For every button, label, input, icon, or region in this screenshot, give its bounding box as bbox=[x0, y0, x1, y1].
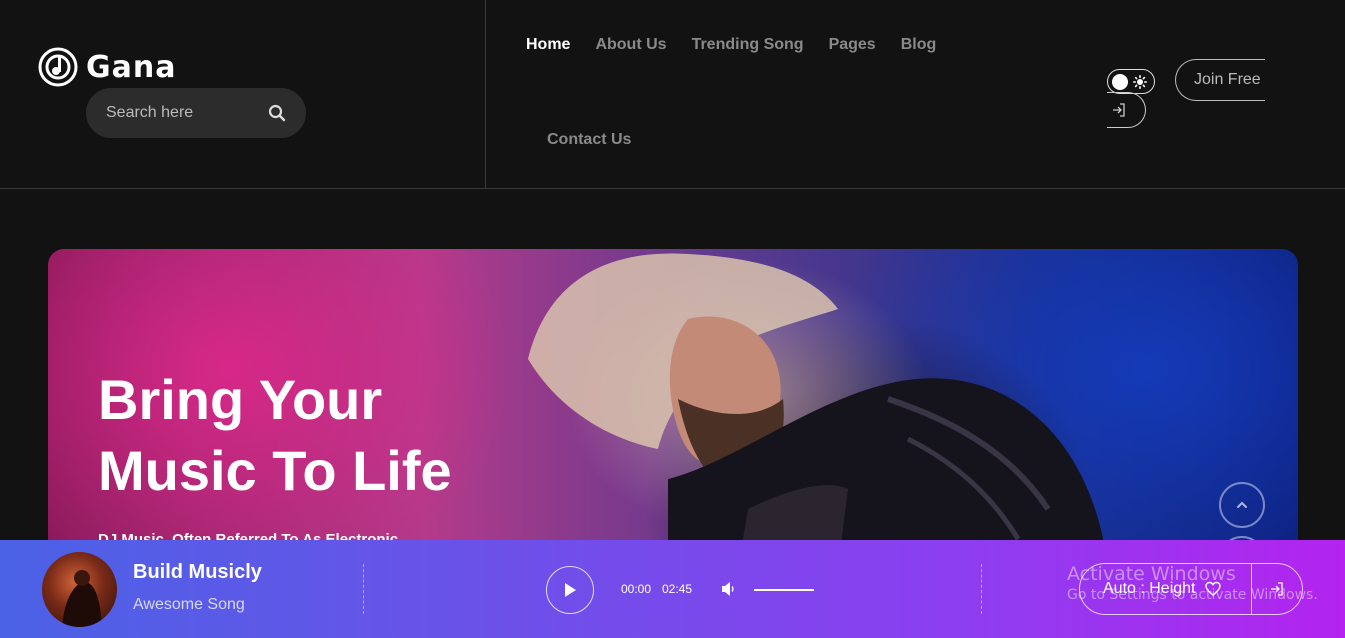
music-player-bar: Build Musicly Awesome Song 00:00 02:45 A… bbox=[0, 540, 1345, 638]
track-title: Build Musicly bbox=[133, 561, 262, 583]
join-free-button[interactable]: Join Free bbox=[1175, 59, 1265, 101]
site-header: Gana Home About Us Trending Song Pages B… bbox=[0, 0, 1345, 189]
header-divider bbox=[485, 0, 486, 188]
volume-icon[interactable] bbox=[721, 581, 737, 597]
volume-slider[interactable] bbox=[754, 589, 814, 591]
pill-divider bbox=[1251, 564, 1252, 614]
current-time: 00:00 bbox=[621, 582, 652, 596]
track-artist: Awesome Song bbox=[133, 596, 245, 613]
play-icon bbox=[565, 583, 576, 597]
sun-icon bbox=[1133, 74, 1147, 89]
album-cover bbox=[42, 552, 117, 627]
toggle-knob bbox=[1112, 73, 1128, 90]
height-control[interactable]: Auto : Height bbox=[1079, 563, 1303, 615]
brand-name: Gana bbox=[86, 49, 177, 85]
nav-item-contact[interactable]: Contact Us bbox=[547, 131, 631, 149]
nav-item-trending[interactable]: Trending Song bbox=[692, 36, 804, 54]
nav-item-pages[interactable]: Pages bbox=[829, 36, 876, 54]
play-button[interactable] bbox=[546, 566, 594, 614]
music-disc-icon bbox=[38, 47, 78, 87]
album-cover-art bbox=[62, 570, 102, 627]
nav-item-about[interactable]: About Us bbox=[595, 36, 666, 54]
nav-item-blog[interactable]: Blog bbox=[901, 36, 937, 54]
scroll-to-top-button[interactable] bbox=[1219, 482, 1265, 528]
theme-toggle[interactable] bbox=[1107, 69, 1155, 94]
height-label: Auto : Height bbox=[1103, 580, 1196, 597]
main-nav: Home About Us Trending Song Pages Blog bbox=[526, 36, 936, 54]
search-icon[interactable] bbox=[268, 104, 286, 122]
chevron-up-icon bbox=[1237, 501, 1247, 508]
hero-title: Bring Your Music To Life bbox=[98, 368, 452, 502]
login-button[interactable] bbox=[1107, 92, 1146, 128]
search-box[interactable] bbox=[86, 88, 306, 138]
hero-banner: Bring Your Music To Life DJ Music, Often… bbox=[48, 249, 1298, 569]
heart-icon[interactable] bbox=[1204, 581, 1221, 597]
login-icon bbox=[1113, 103, 1125, 117]
divider bbox=[981, 564, 982, 614]
total-time: 02:45 bbox=[662, 582, 693, 596]
nav-item-home[interactable]: Home bbox=[526, 36, 570, 54]
logo[interactable]: Gana bbox=[38, 47, 176, 87]
search-input[interactable] bbox=[106, 104, 256, 122]
divider bbox=[363, 564, 364, 614]
login-icon[interactable] bbox=[1269, 581, 1285, 597]
